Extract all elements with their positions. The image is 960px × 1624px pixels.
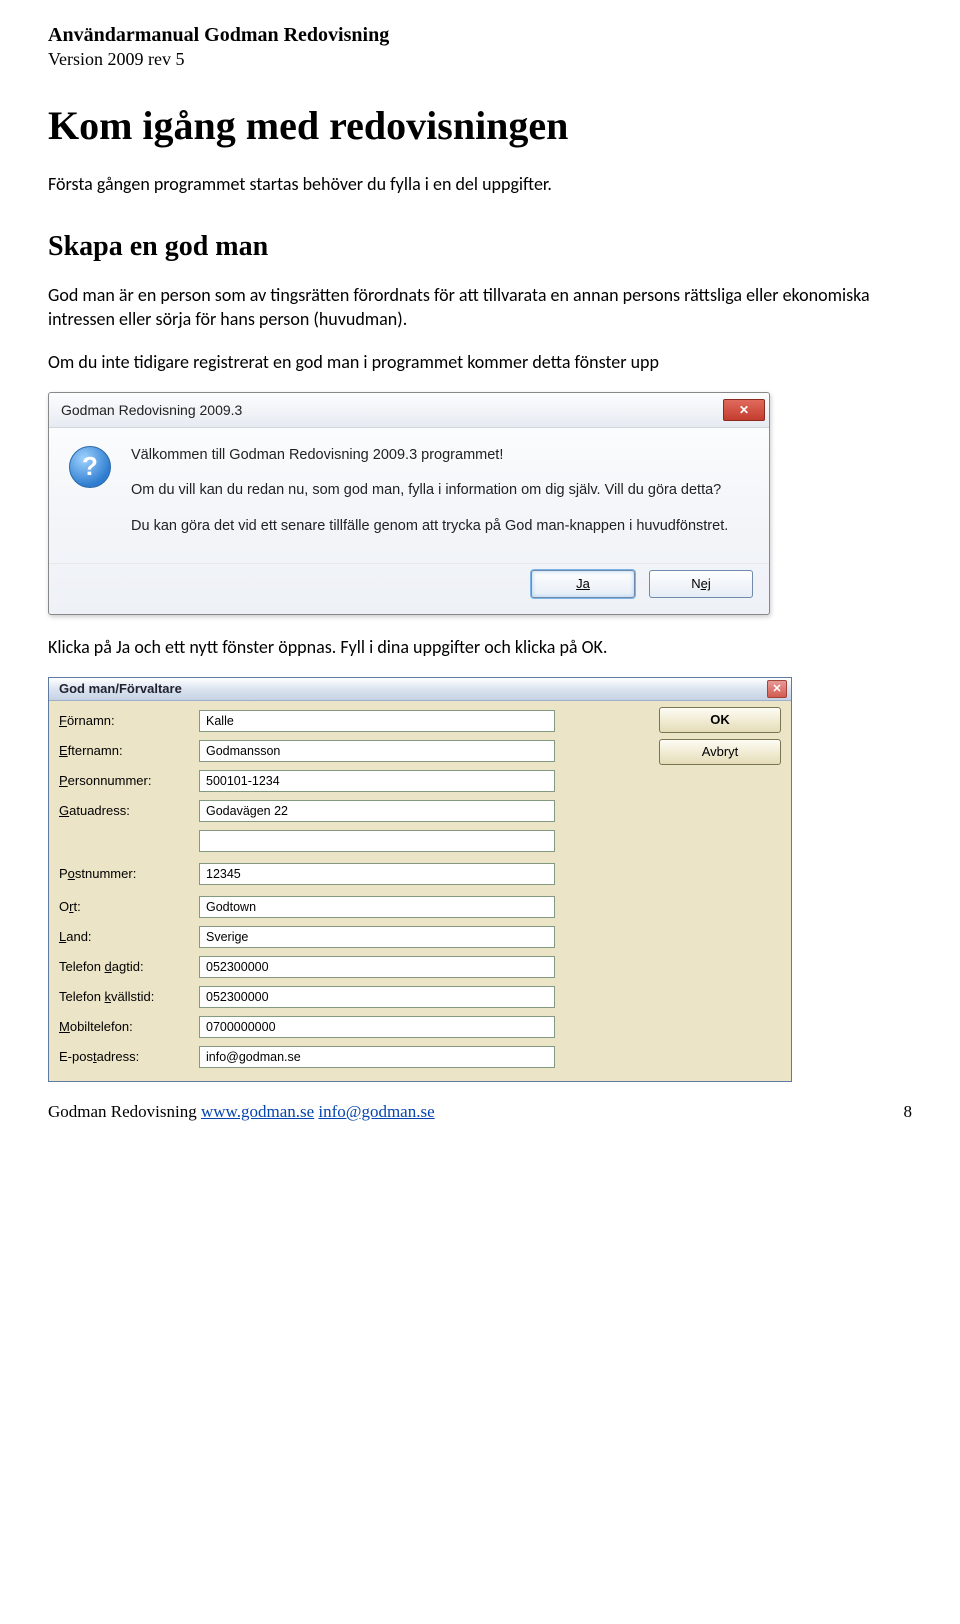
form-titlebar[interactable]: God man/Förvaltare ✕ xyxy=(49,678,791,701)
dialog-title: Godman Redovisning 2009.3 xyxy=(61,402,242,418)
label-ort: Ort: xyxy=(59,899,199,914)
label-fornamn: Förnamn: xyxy=(59,713,199,728)
label-land: Land: xyxy=(59,929,199,944)
input-fornamn[interactable] xyxy=(199,710,555,732)
body-paragraph-2: Om du inte tidigare registrerat en god m… xyxy=(48,350,912,374)
page-heading-1: Kom igång med redovisningen xyxy=(48,102,912,149)
body-paragraph-1: God man är en person som av tingsrätten … xyxy=(48,283,912,332)
label-efternamn: Efternamn: xyxy=(59,743,199,758)
intro-paragraph: Första gången programmet startas behöver… xyxy=(48,173,912,195)
welcome-dialog: Godman Redovisning 2009.3 ✕ ? Välkommen … xyxy=(48,392,770,615)
input-epostadress[interactable] xyxy=(199,1046,555,1068)
label-gatuadress: Gatuadress: xyxy=(59,803,199,818)
dialog-line-1: Välkommen till Godman Redovisning 2009.3… xyxy=(131,446,728,466)
page-number: 8 xyxy=(904,1102,913,1122)
doc-header-subtitle: Version 2009 rev 5 xyxy=(48,49,912,70)
doc-header-title: Användarmanual Godman Redovisning xyxy=(48,24,912,47)
label-postnummer: Postnummer: xyxy=(59,866,199,881)
footer-text: Godman Redovisning www.godman.se info@go… xyxy=(48,1102,435,1122)
input-land[interactable] xyxy=(199,926,555,948)
godman-form-dialog: God man/Förvaltare ✕ Förnamn: Efternamn: xyxy=(48,677,792,1082)
yes-button[interactable]: Ja xyxy=(531,570,635,598)
page-heading-2: Skapa en god man xyxy=(48,231,912,263)
cancel-button[interactable]: Avbryt xyxy=(659,739,781,765)
label-mobiltelefon: Mobiltelefon: xyxy=(59,1019,199,1034)
dialog-line-2: Om du vill kan du redan nu, som god man,… xyxy=(131,481,728,501)
label-epostadress: E-postadress: xyxy=(59,1049,199,1064)
label-telefon-dagtid: Telefon dagtid: xyxy=(59,959,199,974)
close-button[interactable]: ✕ xyxy=(723,399,765,421)
question-icon: ? xyxy=(69,446,111,488)
form-close-button[interactable]: ✕ xyxy=(767,680,787,698)
dialog-line-3: Du kan göra det vid ett senare tillfälle… xyxy=(131,517,728,537)
input-personnummer[interactable] xyxy=(199,770,555,792)
label-telefon-kvallstid: Telefon kvällstid: xyxy=(59,989,199,1004)
input-gatuadress2[interactable] xyxy=(199,830,555,852)
label-personnummer: Personnummer: xyxy=(59,773,199,788)
input-gatuadress[interactable] xyxy=(199,800,555,822)
dialog-titlebar[interactable]: Godman Redovisning 2009.3 ✕ xyxy=(49,393,769,428)
footer-email[interactable]: info@godman.se xyxy=(318,1102,434,1121)
input-telefon-dagtid[interactable] xyxy=(199,956,555,978)
input-efternamn[interactable] xyxy=(199,740,555,762)
body-paragraph-3: Klicka på Ja och ett nytt fönster öppnas… xyxy=(48,635,912,659)
input-postnummer[interactable] xyxy=(199,863,555,885)
footer-link[interactable]: www.godman.se xyxy=(201,1102,314,1121)
no-button[interactable]: Nej xyxy=(649,570,753,598)
input-mobiltelefon[interactable] xyxy=(199,1016,555,1038)
close-icon: ✕ xyxy=(739,403,749,417)
ok-button[interactable]: OK xyxy=(659,707,781,733)
close-icon: ✕ xyxy=(772,682,781,695)
form-title: God man/Förvaltare xyxy=(59,681,182,696)
input-telefon-kvallstid[interactable] xyxy=(199,986,555,1008)
input-ort[interactable] xyxy=(199,896,555,918)
